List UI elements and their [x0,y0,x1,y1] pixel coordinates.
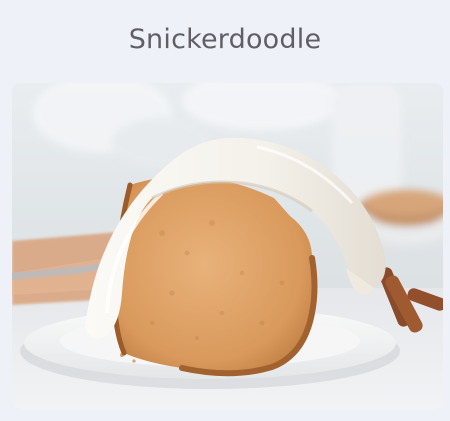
bundt-cake-slice-image [12,83,443,410]
product-card[interactable]: Snickerdoodle [0,0,450,421]
product-image[interactable] [12,83,443,410]
product-title: Snickerdoodle [128,24,322,55]
